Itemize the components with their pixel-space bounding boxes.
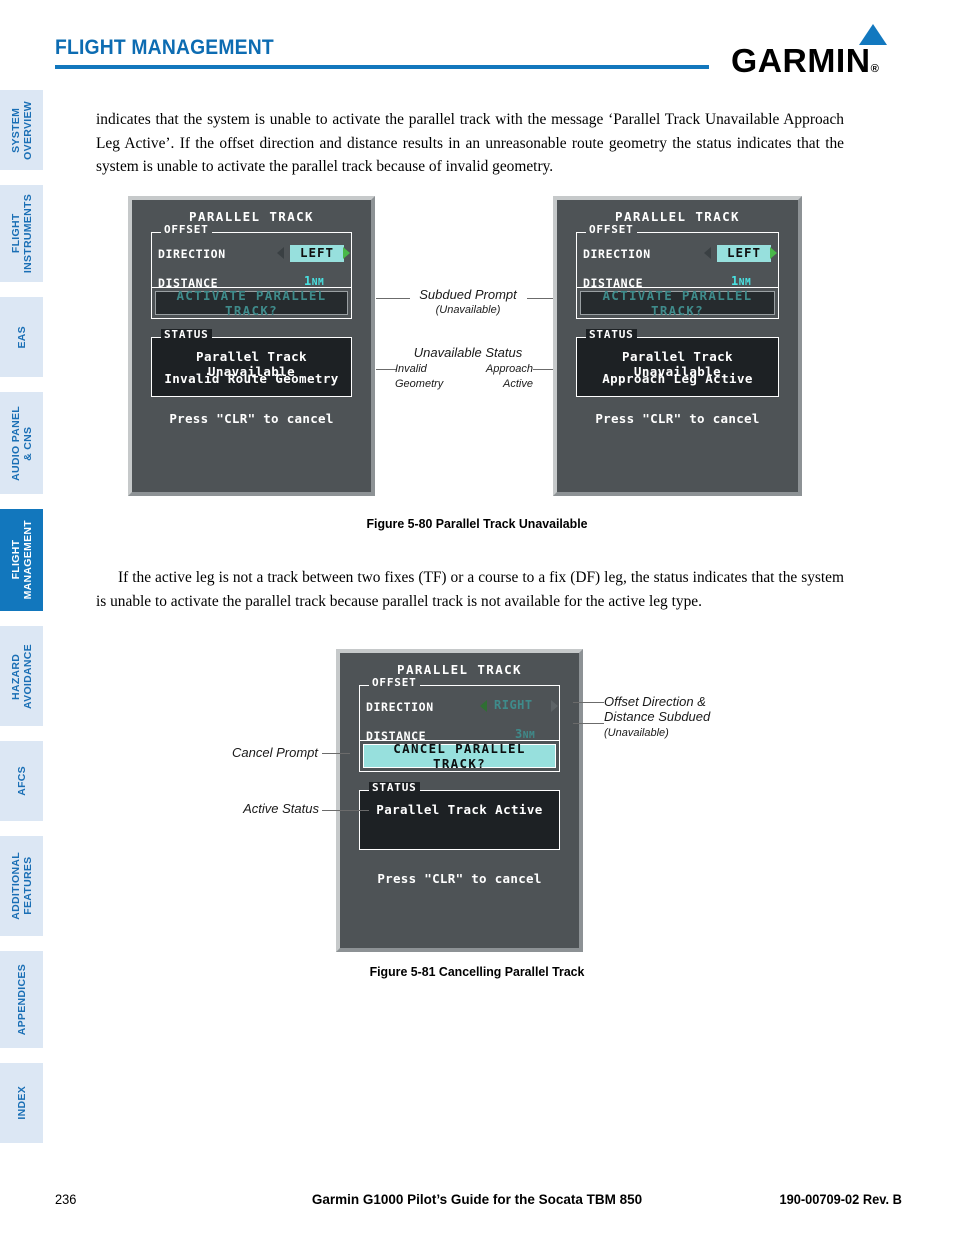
leader-line-offset-direction <box>573 702 604 703</box>
garmin-wordmark-text: GARMIN <box>731 42 871 79</box>
paragraph-1: indicates that the system is unable to a… <box>96 111 844 175</box>
leader-line-active-status <box>322 810 369 811</box>
activate-parallel-track-prompt[interactable]: ACTIVATE PARALLEL TRACK? <box>155 288 348 318</box>
direction-decrement-arrow-icon[interactable] <box>277 247 284 259</box>
annotation-unavailable-status: Unavailable Status <box>413 345 523 360</box>
offset-group-label: OFFSET <box>161 224 212 236</box>
status-group-label: STATUS <box>369 782 420 794</box>
annotation-subdued-prompt-sub: (Unavailable) <box>435 304 501 316</box>
cancel-parallel-track-prompt[interactable]: CANCEL PARALLEL TRACK? <box>363 741 556 771</box>
status-group: STATUS Parallel Track Active <box>359 782 560 850</box>
sidebar-item-label: ADDITIONAL FEATURES <box>9 852 34 920</box>
sidebar-item-label: AFCS <box>15 766 28 796</box>
leader-line-cancel-prompt <box>322 753 350 754</box>
direction-increment-arrow-icon[interactable] <box>551 700 558 712</box>
sidebar-item-label: SYSTEM OVERVIEW <box>9 100 34 160</box>
status-group-label: STATUS <box>161 329 212 341</box>
distance-number: 3 <box>515 727 523 741</box>
status-group: STATUS Parallel Track Unavailable Invali… <box>151 329 352 397</box>
sidebar-item-hazard-avoidance[interactable]: HAZARD AVOIDANCE <box>0 626 43 726</box>
header-divider <box>55 65 709 69</box>
sidebar-item-afcs[interactable]: AFCS <box>0 741 43 821</box>
sidebar-item-label: FLIGHT MANAGEMENT <box>9 520 34 600</box>
annotation-cancel-prompt: Cancel Prompt <box>232 745 318 760</box>
sidebar-item-label: EAS <box>15 325 28 349</box>
direction-value[interactable]: LEFT <box>717 245 771 262</box>
garmin-wordmark: GARMIN® <box>731 42 879 80</box>
mfd-screen-parallel-track-approach-leg-active: PARALLEL TRACK OFFSET DIRECTION LEFT DIS… <box>553 196 802 496</box>
annotation-active-status: Active Status <box>243 801 319 816</box>
leader-line-status-right <box>533 369 553 370</box>
offset-group-label: OFFSET <box>369 677 420 689</box>
direction-increment-arrow-icon[interactable] <box>770 247 777 259</box>
sidebar-item-eas[interactable]: EAS <box>0 297 43 377</box>
status-line-1: Parallel Track Active <box>376 802 543 817</box>
clr-hint: Press "CLR" to cancel <box>169 411 334 426</box>
sidebar-item-index[interactable]: INDEX <box>0 1063 43 1143</box>
garmin-logo: GARMIN® <box>731 24 901 79</box>
leader-line-subdued-prompt-left <box>376 298 410 299</box>
direction-value[interactable]: LEFT <box>290 245 344 262</box>
sidebar-item-label: FLIGHT INSTRUMENTS <box>9 193 34 274</box>
status-line-2: Approach Leg Active <box>602 371 753 386</box>
direction-value[interactable]: RIGHT <box>494 698 533 712</box>
sidebar-item-additional-features[interactable]: ADDITIONAL FEATURES <box>0 836 43 936</box>
figure-5-81-caption: Figure 5-81 Cancelling Parallel Track <box>369 964 585 979</box>
mfd-screen-cancel-parallel-track: PARALLEL TRACK OFFSET DIRECTION RIGHT DI… <box>336 649 583 952</box>
clr-hint: Press "CLR" to cancel <box>595 411 760 426</box>
page-header: FLIGHT MANAGEMENT GARMIN® <box>55 24 900 80</box>
mfd-title: PARALLEL TRACK <box>397 662 522 677</box>
clr-hint: Press "CLR" to cancel <box>377 871 542 886</box>
sidebar-item-system-overview[interactable]: SYSTEM OVERVIEW <box>0 90 43 170</box>
sidebar-item-label: HAZARD AVOIDANCE <box>9 643 34 709</box>
annotation-subdued-prompt: Subdued Prompt <box>419 287 517 302</box>
direction-label: DIRECTION <box>158 247 226 261</box>
leader-line-offset-distance <box>573 723 604 724</box>
distance-value[interactable]: 1NM <box>731 274 751 288</box>
offset-group-label: OFFSET <box>586 224 637 236</box>
direction-label: DIRECTION <box>366 700 434 714</box>
sidebar-item-flight-instruments[interactable]: FLIGHT INSTRUMENTS <box>0 185 43 282</box>
registered-mark: ® <box>870 63 880 75</box>
sidebar-item-label: INDEX <box>15 1086 28 1120</box>
leader-line-subdued-prompt-right <box>527 298 553 299</box>
activate-parallel-track-prompt[interactable]: ACTIVATE PARALLEL TRACK? <box>580 288 775 318</box>
annotation-offset-subdued-sub: (Unavailable) <box>604 727 669 739</box>
direction-increment-arrow-icon[interactable] <box>343 247 350 259</box>
status-group-label: STATUS <box>586 329 637 341</box>
paragraph-2: If the active leg is not a track between… <box>96 566 844 613</box>
distance-value[interactable]: 1NM <box>304 274 324 288</box>
page-title: FLIGHT MANAGEMENT <box>55 36 274 59</box>
mfd-title: PARALLEL TRACK <box>189 209 314 224</box>
leader-line-status-left <box>376 369 396 370</box>
sidebar-item-label: AUDIO PANEL & CNS <box>9 405 34 481</box>
mfd-title: PARALLEL TRACK <box>615 209 740 224</box>
annotation-offset-subdued: Offset Direction & Distance Subdued <box>604 694 711 724</box>
distance-value[interactable]: 3NM <box>515 727 535 741</box>
distance-number: 1 <box>304 274 312 288</box>
status-group: STATUS Parallel Track Unavailable Approa… <box>576 329 779 397</box>
direction-decrement-arrow-icon[interactable] <box>480 700 487 712</box>
distance-number: 1 <box>731 274 739 288</box>
paragraph-2-text: If the active leg is not a track between… <box>96 569 844 610</box>
sidebar-item-audio-panel-cns[interactable]: AUDIO PANEL & CNS <box>0 392 43 494</box>
annotation-invalid-geometry: Invalid Geometry <box>395 363 444 390</box>
figure-5-80-caption: Figure 5-80 Parallel Track Unavailable <box>366 516 588 531</box>
footer-doc-number: 190-00709-02 Rev. B <box>779 1192 902 1207</box>
mfd-screen-parallel-track-invalid-geometry: PARALLEL TRACK OFFSET DIRECTION LEFT DIS… <box>128 196 375 496</box>
status-line-2: Invalid Route Geometry <box>164 371 339 386</box>
annotation-approach-active: Approach Active <box>485 363 533 390</box>
direction-decrement-arrow-icon[interactable] <box>704 247 711 259</box>
direction-label: DIRECTION <box>583 247 651 261</box>
